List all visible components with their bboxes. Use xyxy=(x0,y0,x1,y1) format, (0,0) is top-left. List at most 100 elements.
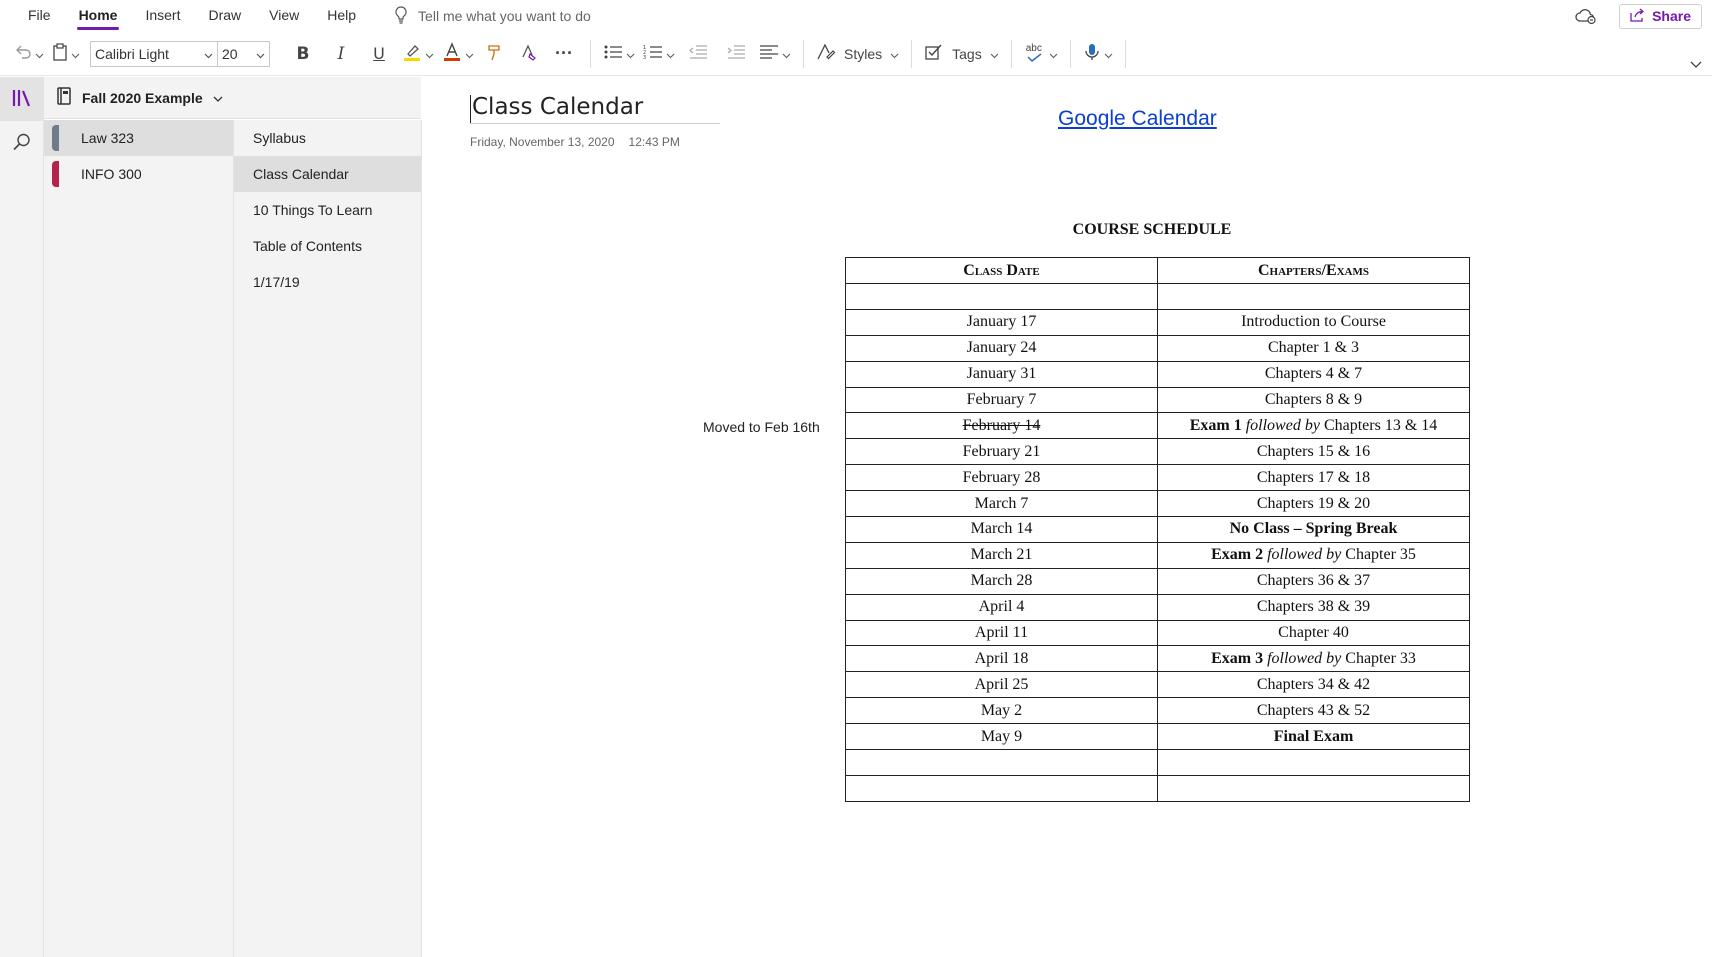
class-date-cell[interactable]: January 17 xyxy=(845,308,1158,336)
class-date-cell[interactable]: March 21 xyxy=(845,541,1158,569)
undo-icon xyxy=(14,44,32,63)
table-row: April 4 Chapters 38 & 39 xyxy=(845,593,1470,621)
underline-button[interactable]: U xyxy=(360,38,398,70)
class-date-cell[interactable]: April 18 xyxy=(845,645,1158,673)
clipboard-button[interactable] xyxy=(48,38,84,70)
clear-formatting-button[interactable] xyxy=(512,38,546,70)
class-date-cell[interactable]: April 25 xyxy=(845,671,1158,699)
format-painter-icon xyxy=(486,43,504,64)
spelling-button[interactable]: abc xyxy=(1020,38,1062,70)
class-date-text: February 14 xyxy=(962,416,1041,434)
chapters-cell[interactable]: Introduction to Course xyxy=(1157,308,1470,336)
chapters-cell[interactable]: Chapters 34 & 42 xyxy=(1157,671,1470,699)
class-date-cell[interactable]: May 9 xyxy=(845,723,1158,751)
class-date-text: February 7 xyxy=(966,391,1037,408)
chapters-cell[interactable] xyxy=(1157,774,1470,802)
class-date-cell[interactable]: April 11 xyxy=(845,619,1158,647)
chapters-cell[interactable]: Exam 2 followed by Chapter 35 xyxy=(1157,541,1470,569)
increase-indent-button[interactable] xyxy=(717,38,755,70)
chapters-cell[interactable]: Chapter 1 & 3 xyxy=(1157,334,1470,362)
class-date-cell[interactable]: March 14 xyxy=(845,516,1158,543)
notebook-switcher[interactable]: Fall 2020 Example xyxy=(44,77,421,119)
font-name-select[interactable]: Calibri Light xyxy=(90,40,218,67)
ribbon-separator xyxy=(590,39,591,68)
menu-home[interactable]: Home xyxy=(65,0,132,32)
page-item-class-calendar[interactable]: Class Calendar xyxy=(234,156,421,192)
class-date-cell[interactable]: May 2 xyxy=(845,697,1158,725)
page-title[interactable]: Class Calendar xyxy=(470,94,720,124)
class-date-cell[interactable]: February 7 xyxy=(845,386,1158,414)
class-date-cell[interactable]: February 21 xyxy=(845,438,1158,466)
table-row: May 2 Chapters 43 & 52 xyxy=(845,697,1470,725)
chapters-cell[interactable]: Exam 1 followed by Chapters 13 & 14 xyxy=(1157,412,1470,440)
chapters-cell[interactable]: Chapters 17 & 18 xyxy=(1157,464,1470,492)
notebooks-button[interactable] xyxy=(0,77,44,121)
italic-button[interactable]: I xyxy=(322,38,360,70)
menu-help[interactable]: Help xyxy=(313,0,370,32)
page-item-syllabus[interactable]: Syllabus xyxy=(234,120,421,156)
sync-status-icon[interactable] xyxy=(1573,3,1599,29)
page-canvas[interactable]: Class Calendar Friday, November 13, 2020… xyxy=(422,77,1712,957)
class-date-cell[interactable]: April 4 xyxy=(845,593,1158,621)
bullets-button[interactable] xyxy=(599,38,639,70)
bold-button[interactable]: B xyxy=(284,38,322,70)
chapters-cell[interactable]: Chapters 15 & 16 xyxy=(1157,438,1470,466)
page-item-table-of-contents[interactable]: Table of Contents xyxy=(234,228,421,264)
chapters-cell[interactable]: Chapter 40 xyxy=(1157,619,1470,647)
class-date-cell[interactable]: March 28 xyxy=(845,567,1158,595)
chapters-cell[interactable]: Chapters 38 & 39 xyxy=(1157,593,1470,621)
class-date-cell[interactable]: January 31 xyxy=(845,360,1158,388)
section-law-323[interactable]: Law 323 xyxy=(44,120,233,156)
chapters-cell[interactable]: Chapters 43 & 52 xyxy=(1157,697,1470,725)
chapters-text: Chapter 1 & 3 xyxy=(1267,339,1360,357)
side-note[interactable]: Moved to Feb 16th xyxy=(703,419,820,435)
font-color-button[interactable] xyxy=(438,38,478,70)
class-date-text: May 2 xyxy=(980,701,1023,719)
class-date-cell[interactable] xyxy=(845,774,1158,802)
chapters-cell[interactable] xyxy=(1157,749,1470,776)
class-date-cell[interactable]: March 7 xyxy=(845,490,1158,518)
class-date-cell[interactable] xyxy=(845,749,1158,776)
ribbon-separator xyxy=(803,39,804,68)
chapters-cell[interactable]: Final Exam xyxy=(1157,723,1470,751)
class-date-text: May 9 xyxy=(980,727,1023,745)
chevron-down-icon xyxy=(990,46,999,62)
tell-me-search[interactable]: Tell me what you want to do xyxy=(394,5,591,27)
font-size-select[interactable]: 20 xyxy=(218,40,270,67)
format-painter-button[interactable] xyxy=(478,38,512,70)
class-date-cell[interactable]: February 28 xyxy=(845,464,1158,492)
align-button[interactable] xyxy=(755,38,795,70)
tags-button[interactable]: Tags xyxy=(920,38,1003,70)
more-options-button[interactable]: ··· xyxy=(546,38,582,70)
share-button[interactable]: Share xyxy=(1619,3,1702,29)
google-calendar-link[interactable]: Google Calendar xyxy=(1058,107,1217,131)
decrease-indent-button[interactable] xyxy=(679,38,717,70)
menu-draw[interactable]: Draw xyxy=(194,0,255,32)
class-date-cell[interactable]: January 24 xyxy=(845,334,1158,362)
dictate-button[interactable] xyxy=(1079,38,1117,70)
styles-button[interactable]: Styles xyxy=(812,38,903,70)
menu-view[interactable]: View xyxy=(255,0,313,32)
menu-insert[interactable]: Insert xyxy=(131,0,194,32)
undo-button[interactable] xyxy=(10,38,48,70)
page-item-10-things[interactable]: 10 Things To Learn xyxy=(234,192,421,228)
notebook-icon xyxy=(56,87,72,108)
page-item-1-17-19[interactable]: 1/17/19 xyxy=(234,264,421,300)
numbering-button[interactable]: 123 xyxy=(639,38,679,70)
class-date-text: April 11 xyxy=(974,624,1029,642)
chapters-cell[interactable]: Exam 3 followed by Chapter 33 xyxy=(1157,645,1470,673)
chapters-cell[interactable]: Chapters 8 & 9 xyxy=(1157,386,1470,414)
class-date-cell[interactable]: February 14 xyxy=(845,412,1158,440)
chapters-cell[interactable]: No Class – Spring Break xyxy=(1157,516,1470,543)
highlight-button[interactable] xyxy=(398,38,438,70)
section-info-300[interactable]: INFO 300 xyxy=(44,156,233,192)
menu-file[interactable]: File xyxy=(14,0,65,32)
schedule-body: January 17 Introduction to Course January … xyxy=(845,283,1470,802)
class-date-cell[interactable] xyxy=(845,283,1158,310)
chapters-cell[interactable]: Chapters 4 & 7 xyxy=(1157,360,1470,388)
chapters-cell[interactable] xyxy=(1157,283,1470,310)
collapse-ribbon-button[interactable] xyxy=(1690,57,1702,72)
search-button[interactable] xyxy=(0,121,44,165)
chapters-cell[interactable]: Chapters 36 & 37 xyxy=(1157,567,1470,595)
chapters-cell[interactable]: Chapters 19 & 20 xyxy=(1157,490,1470,518)
